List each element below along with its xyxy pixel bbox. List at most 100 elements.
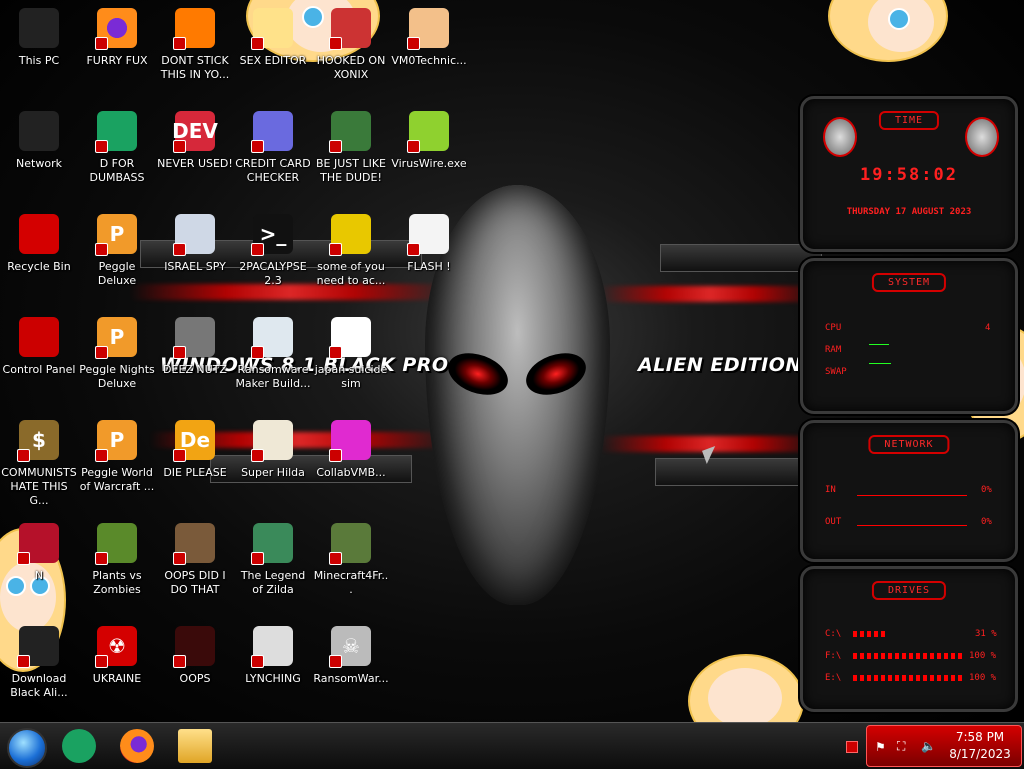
desktop-icon-minecraft4fr[interactable]: Minecraft4Fr... [312, 523, 390, 597]
desktop-icon-download-black-ali[interactable]: Download Black Ali... [0, 626, 78, 700]
desktop-icon-label: CollabVMB... [316, 466, 386, 479]
desktop-icon-recycle-bin[interactable]: Recycle Bin [0, 214, 78, 274]
sheets-icon[interactable] [62, 729, 96, 763]
desktop-icon-peggle-deluxe[interactable]: P Peggle Deluxe [78, 214, 156, 288]
file-explorer-icon[interactable] [178, 729, 212, 763]
network-gadget[interactable]: NETWORK IN 0% OUT 0% [800, 420, 1018, 562]
action-center-icon[interactable] [846, 741, 858, 753]
desktop-icon-ransomwar[interactable]: ☠ RansomWar... [312, 626, 390, 686]
taskbar-time: 7:58 PM [955, 730, 1005, 744]
desktop-icon-this-pc[interactable]: This PC [0, 8, 78, 68]
desktop-icon-peggle-world[interactable]: P Peggle World of Warcraft ... [78, 420, 156, 494]
desktop-icon-lynching[interactable]: LYNCHING [234, 626, 312, 686]
shortcut-arrow-icon [173, 552, 186, 565]
shortcut-arrow-icon [251, 243, 264, 256]
firefox-icon[interactable] [120, 729, 154, 763]
shortcut-arrow-icon [329, 140, 342, 153]
swap-label: SWAP [825, 367, 847, 377]
desktop-icon-label: HOOKED ON XONIX [316, 54, 386, 81]
desktop-icon-super-hilda[interactable]: Super Hilda [234, 420, 312, 480]
desktop-icon-label: DEEZ NUTZ [163, 363, 227, 376]
shortcut-arrow-icon [251, 655, 264, 668]
desktop-icon-plants-vs-zombies[interactable]: Plants vs Zombies [78, 523, 156, 597]
desktop-icon-deez-nutz[interactable]: DEEZ NUTZ [156, 317, 234, 377]
desktop-icon-japan-suicide-sim[interactable]: japan suicide sim [312, 317, 390, 391]
control-panel-icon [19, 317, 59, 357]
desktop-icon-ransomware-maker[interactable]: Ransomware Maker Build... [234, 317, 312, 391]
shortcut-arrow-icon [173, 37, 186, 50]
time-gadget[interactable]: TIME 19:58:02 THURSDAY 17 AUGUST 2023 [800, 96, 1018, 252]
desktop-icon-dont-stick[interactable]: DONT STICK THIS IN YO... [156, 8, 234, 82]
drive-c-value: 31 % [975, 629, 997, 639]
system-gadget[interactable]: SYSTEM CPU 4 RAM SWAP [800, 258, 1018, 414]
desktop-icon-legend-of-zilda[interactable]: The Legend of Zilda [234, 523, 312, 597]
desktop-icon-viruswire[interactable]: VirusWire.exe [390, 111, 468, 171]
desktop-icon-vm0technic[interactable]: VM0Technic... [390, 8, 468, 68]
cpu-label: CPU [825, 323, 842, 333]
desktop-icon-label: OOPS DID I DO THAT [164, 569, 226, 596]
shortcut-arrow-icon [407, 37, 420, 50]
network-gadget-title: NETWORK [868, 435, 950, 454]
ram-label: RAM [825, 345, 842, 355]
desktop-icon-sex-editor[interactable]: SEX EDITOR [234, 8, 312, 68]
shortcut-arrow-icon [173, 655, 186, 668]
desktop-icon-control-panel[interactable]: Control Panel [0, 317, 78, 377]
network-tray-icon[interactable]: ⛶ [897, 739, 905, 754]
shortcut-arrow-icon [329, 37, 342, 50]
desktop-icon-label: N [34, 569, 44, 582]
wallpaper-bar [660, 244, 822, 272]
network-out-value: 0% [981, 517, 992, 527]
taskbar-clock[interactable]: 7:58 PM 8/17/2023 [943, 729, 1017, 763]
desktop-icon-collabvmb[interactable]: CollabVMB... [312, 420, 390, 480]
desktop-icon-d-for-dumbass[interactable]: D FOR DUMBASS [78, 111, 156, 185]
shortcut-arrow-icon [95, 655, 108, 668]
portrait-icon [173, 523, 215, 565]
alien-head-icon [823, 117, 857, 157]
pixel-art-icon [251, 420, 293, 462]
desktop-icon-label: Peggle Nights Deluxe [79, 363, 155, 390]
desktop-icon-hooked-on-xonix[interactable]: HOOKED ON XONIX [312, 8, 390, 82]
desktop-icon-some-of-you[interactable]: some of you need to ac... [312, 214, 390, 288]
desktop-icon-oops-did-i[interactable]: OOPS DID I DO THAT [156, 523, 234, 597]
desktop-icon-israel-spy[interactable]: ISRAEL SPY [156, 214, 234, 274]
desktop-icon-label: CREDIT CARD CHECKER [235, 157, 311, 184]
cartoon-icon [329, 8, 371, 50]
desktop-icon-network[interactable]: Network [0, 111, 78, 171]
wallpaper-bar [655, 458, 822, 486]
desktop-icon-never-used[interactable]: DEV NEVER USED! [156, 111, 234, 171]
desktop-icon-oops[interactable]: OOPS [156, 626, 234, 686]
desktop-icon-ukraine[interactable]: ☢ UKRAINE [78, 626, 156, 686]
desktop-icon-communists[interactable]: $ COMMUNISTS HATE THIS G... [0, 420, 78, 508]
desktop-icon-label: NEVER USED! [157, 157, 233, 170]
desktop-icon-2pacalypse[interactable]: >_ 2PACALYPSE 2.3 [234, 214, 312, 288]
flag-icon[interactable]: ⚑ [875, 740, 886, 754]
drives-gadget-title: DRIVES [871, 581, 947, 600]
drive-f-bar [853, 653, 963, 659]
shortcut-arrow-icon [17, 552, 30, 565]
desktop-icon-furry-fux[interactable]: FURRY FUX [78, 8, 156, 68]
shortcut-arrow-icon [17, 449, 30, 462]
desktop-icon-label: VirusWire.exe [391, 157, 467, 170]
desktop-icon-label: D FOR DUMBASS [89, 157, 145, 184]
drives-gadget[interactable]: DRIVES C:\ 31 % F:\ 100 % E:\ 100 % [800, 566, 1018, 712]
firefox-icon [95, 8, 137, 50]
drive-f-value: 100 % [969, 651, 997, 661]
desktop-icon-peggle-nights[interactable]: P Peggle Nights Deluxe [78, 317, 156, 391]
volume-icon[interactable]: 🔈 [921, 739, 936, 753]
n-icon [17, 523, 59, 565]
peggle-icon: P [95, 420, 137, 462]
desktop-icon-n-icon[interactable]: N [0, 523, 78, 583]
desktop-icon-credit-card-checker[interactable]: CREDIT CARD CHECKER [234, 111, 312, 185]
vlc-cone-icon [173, 8, 215, 50]
desktop-icon-label: FURRY FUX [86, 54, 148, 67]
beaver-icon [329, 214, 371, 256]
start-orb[interactable] [7, 728, 47, 768]
shortcut-arrow-icon [173, 243, 186, 256]
desktop-icon-die-please[interactable]: De DIE PLEASE [156, 420, 234, 480]
shortcut-arrow-icon [95, 243, 108, 256]
desktop-icon-be-just-like[interactable]: BE JUST LIKE THE DUDE! [312, 111, 390, 185]
desktop-icon-flash[interactable]: FLASH ! [390, 214, 468, 274]
ram-bar [869, 344, 889, 345]
network-icon [19, 111, 59, 151]
swap-bar [869, 363, 891, 364]
